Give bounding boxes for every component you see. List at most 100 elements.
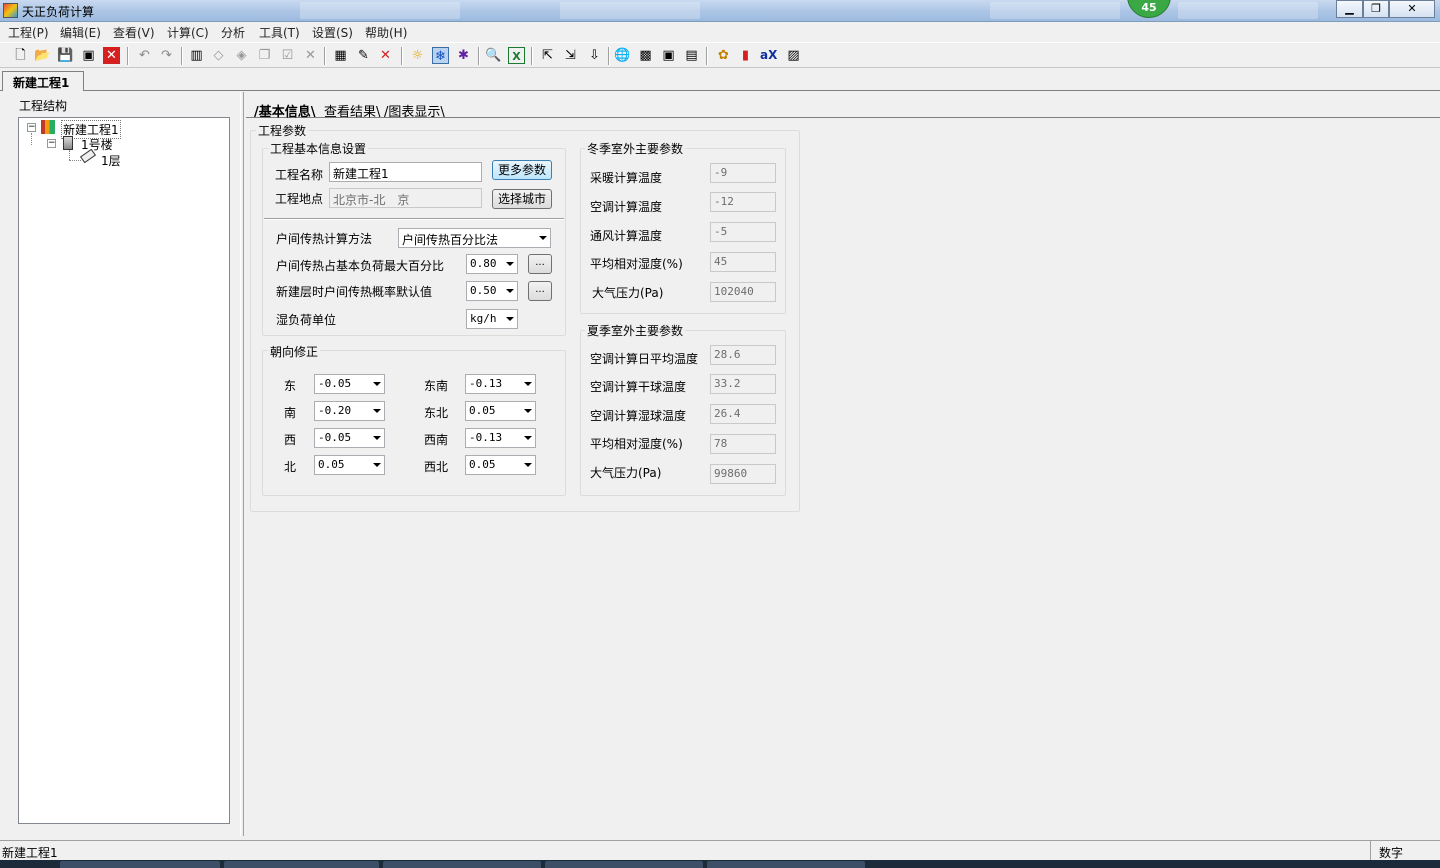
window-title: 天正负荷计算 (22, 5, 95, 19)
taskbar-item[interactable] (383, 861, 541, 868)
chevron-down-icon (506, 262, 514, 266)
search-doc-icon[interactable]: 🔍 (485, 47, 502, 64)
undo-icon[interactable]: ↶ (136, 47, 153, 64)
menu-bar: 工程(P) 编辑(E) 查看(V) 计算(C) 分析 工具(T) 设置(S) 帮… (0, 22, 1440, 42)
orient-northeast-select[interactable]: 0.05 (465, 401, 536, 421)
project-params-title: 工程参数 (256, 122, 309, 139)
orient-south-select[interactable]: -0.20 (314, 401, 385, 421)
minimize-button[interactable]: ▁ (1336, 0, 1363, 18)
taskbar-item[interactable] (545, 861, 703, 868)
menu-edit[interactable]: 编辑(E) (60, 24, 101, 41)
window-icon[interactable]: ▣ (660, 47, 677, 64)
tab-results[interactable]: 查看结果\ (324, 100, 380, 120)
tree-line (31, 133, 32, 145)
globe-icon[interactable]: 🌐 (614, 47, 631, 64)
open-icon[interactable]: 📂 (34, 47, 51, 64)
maximize-button[interactable]: ❐ (1363, 0, 1389, 18)
collapse-icon[interactable]: − (27, 123, 36, 132)
room-icon[interactable]: ◈ (233, 47, 250, 64)
hatch-icon[interactable]: ▨ (785, 47, 802, 64)
new-icon[interactable]: 🗋 (12, 47, 29, 64)
floor-icon[interactable]: ◇ (210, 47, 227, 64)
snow-icon[interactable]: ❄ (432, 47, 449, 64)
menu-help[interactable]: 帮助(H) (365, 24, 407, 41)
tree-node-floor[interactable]: 1层 (101, 152, 121, 169)
orient-southeast-select[interactable]: -0.13 (465, 374, 536, 394)
orient-west-select[interactable]: -0.05 (314, 428, 385, 448)
toolbar-separator (324, 47, 326, 65)
ax-icon[interactable]: aX (760, 47, 777, 64)
doc-icon[interactable]: ▤ (683, 47, 700, 64)
winter-ac-temp-input[interactable]: -12 (710, 192, 776, 212)
red-x-icon[interactable]: ✕ (377, 47, 394, 64)
select-city-button[interactable]: 选择城市 (492, 189, 552, 209)
heat-method-select[interactable]: 户间传热百分比法 (398, 228, 551, 248)
winter-vent-temp-input[interactable]: -5 (710, 222, 776, 242)
tab-charts[interactable]: /图表显示\ (384, 100, 445, 120)
export-icon[interactable]: ⇱ (539, 47, 556, 64)
max-pct-select[interactable]: 0.80 (466, 254, 518, 274)
winter-pressure-input[interactable]: 102040 (710, 282, 776, 302)
summer-pressure-input[interactable]: 99860 (710, 464, 776, 484)
sun-icon[interactable]: ☼ (409, 47, 426, 64)
splitter[interactable] (240, 92, 244, 836)
bar-chart-icon[interactable]: ▮ (737, 47, 754, 64)
grid-icon[interactable]: ▩ (637, 47, 654, 64)
redo-icon[interactable]: ↷ (158, 47, 175, 64)
library-icon[interactable]: ▦ (332, 47, 349, 64)
tab-basic-info[interactable]: /基本信息\ (254, 100, 316, 120)
copy-icon[interactable]: ❐ (256, 47, 273, 64)
menu-project[interactable]: 工程(P) (8, 24, 49, 41)
project-tree[interactable]: − 新建工程1 − 1号楼 1层 (18, 117, 230, 824)
orient-west-label: 西 (284, 433, 297, 447)
prob-select[interactable]: 0.50 (466, 281, 518, 301)
menu-analyze[interactable]: 分析 (221, 24, 245, 41)
menu-view[interactable]: 查看(V) (113, 24, 155, 41)
delete-icon[interactable]: ✕ (302, 47, 319, 64)
project-location-input[interactable]: 北京市-北 京 (329, 188, 482, 208)
winter-heating-temp-label: 采暖计算温度 (590, 171, 663, 185)
toolbar-separator (608, 47, 610, 65)
check-icon[interactable]: ☑ (279, 47, 296, 64)
humid-unit-select[interactable]: kg/h (466, 309, 518, 329)
chevron-down-icon (373, 463, 381, 467)
toolbar: 🗋 📂 💾 ▣ ✕ ↶ ↷ ▥ ◇ ◈ ❐ ☑ ✕ ▦ ✎ ✕ ☼ ❄ ✱ 🔍 … (0, 42, 1440, 68)
taskbar-item[interactable] (224, 861, 379, 868)
summer-dry-bulb-input[interactable]: 33.2 (710, 374, 776, 394)
save-all-icon[interactable]: ▣ (80, 47, 97, 64)
orient-southwest-select[interactable]: -0.13 (465, 428, 536, 448)
orient-east-select[interactable]: -0.05 (314, 374, 385, 394)
max-pct-more-button[interactable]: ... (528, 254, 552, 274)
prob-more-button[interactable]: ... (528, 281, 552, 301)
menu-calc[interactable]: 计算(C) (167, 24, 209, 41)
taskbar-item[interactable] (707, 861, 865, 868)
more-params-button[interactable]: 更多参数 (492, 160, 552, 180)
orient-northeast-value: 0.05 (469, 404, 496, 417)
winter-humidity-input[interactable]: 45 (710, 252, 776, 272)
import2-icon[interactable]: ⇩ (586, 47, 603, 64)
notification-badge[interactable]: 45 (1127, 0, 1171, 18)
excel-icon[interactable]: X (508, 47, 525, 64)
save-icon[interactable]: 💾 (57, 47, 74, 64)
menu-settings[interactable]: 设置(S) (312, 24, 353, 41)
taskbar-item[interactable] (60, 861, 220, 868)
collapse-icon[interactable]: − (47, 139, 56, 148)
sunflower-icon[interactable]: ✿ (715, 47, 732, 64)
summer-humidity-input[interactable]: 78 (710, 434, 776, 454)
edit-icon[interactable]: ✎ (355, 47, 372, 64)
import-icon[interactable]: ⇲ (562, 47, 579, 64)
tree-node-building[interactable]: 1号楼 (81, 136, 113, 153)
doc-tab-project[interactable]: 新建工程1 (2, 71, 85, 91)
project-name-input[interactable]: 新建工程1 (329, 162, 482, 182)
building-icon[interactable]: ▥ (188, 47, 205, 64)
summer-daily-avg-input[interactable]: 28.6 (710, 345, 776, 365)
heat-method-value: 户间传热百分比法 (402, 233, 499, 247)
orient-northwest-select[interactable]: 0.05 (465, 455, 536, 475)
menu-tools[interactable]: 工具(T) (259, 24, 300, 41)
close-icon[interactable]: ✕ (103, 47, 120, 64)
close-button[interactable]: ✕ (1389, 0, 1435, 18)
winter-heating-temp-input[interactable]: -9 (710, 163, 776, 183)
cold-icon[interactable]: ✱ (455, 47, 472, 64)
orient-north-select[interactable]: 0.05 (314, 455, 385, 475)
summer-wet-bulb-input[interactable]: 26.4 (710, 404, 776, 424)
